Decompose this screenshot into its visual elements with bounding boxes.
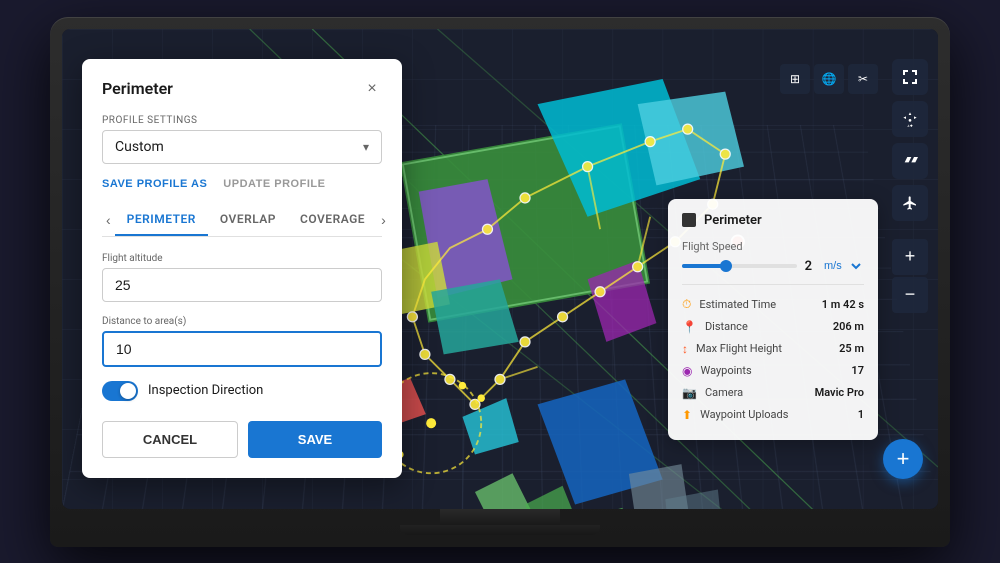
cancel-button[interactable]: CANCEL bbox=[102, 421, 238, 458]
modal-title: Perimeter bbox=[102, 79, 173, 98]
speed-slider-thumb bbox=[720, 260, 732, 272]
distance-value: 206 m bbox=[833, 320, 864, 333]
profile-settings-group: Profile settings Custom ▾ bbox=[102, 115, 382, 164]
height-value: 25 m bbox=[839, 342, 864, 355]
perimeter-icon bbox=[682, 213, 696, 227]
info-row-distance: 📍 Distance 206 m bbox=[682, 316, 864, 338]
monitor-stand bbox=[440, 509, 560, 525]
terrain-button[interactable] bbox=[892, 143, 928, 179]
add-fab-button[interactable]: + bbox=[883, 439, 923, 479]
drone-button[interactable] bbox=[892, 101, 928, 137]
distance-label: Distance to area(s) bbox=[102, 316, 382, 327]
right-toolbar bbox=[892, 59, 928, 221]
grid-view-button[interactable]: ⊞ bbox=[780, 64, 810, 94]
distance-group: Distance to area(s) bbox=[102, 316, 382, 367]
update-profile-button[interactable]: UPDATE PROFILE bbox=[223, 178, 325, 190]
monitor: Perimeter × Profile settings Custom ▾ SA… bbox=[50, 17, 950, 547]
inspection-direction-label: Inspection Direction bbox=[148, 383, 263, 398]
perimeter-modal: Perimeter × Profile settings Custom ▾ SA… bbox=[82, 59, 402, 478]
save-profile-button[interactable]: SAVE PROFILE AS bbox=[102, 178, 207, 190]
info-divider bbox=[682, 284, 864, 285]
modal-footer: CANCEL SAVE bbox=[102, 421, 382, 458]
toggle-knob bbox=[120, 383, 136, 399]
flight-path-button[interactable] bbox=[892, 185, 928, 221]
inspection-direction-row: Inspection Direction bbox=[102, 381, 382, 401]
info-panel-title: Perimeter bbox=[682, 213, 864, 228]
top-right-icons: ⊞ 🌐 ✂ bbox=[780, 64, 878, 94]
save-button[interactable]: SAVE bbox=[248, 421, 382, 458]
speed-unit-select[interactable]: m/s km/h bbox=[820, 259, 864, 273]
profile-value: Custom bbox=[115, 139, 164, 155]
tab-perimeter[interactable]: PERIMETER bbox=[115, 204, 208, 236]
zoom-controls: + − bbox=[892, 239, 928, 313]
info-row-waypoints: ◉ Waypoints 17 bbox=[682, 360, 864, 382]
speed-slider-fill bbox=[682, 264, 722, 268]
tab-next-button[interactable]: › bbox=[377, 208, 390, 232]
info-row-time: ⏱ Estimated Time 1 m 42 s bbox=[682, 293, 864, 316]
flight-altitude-label: Flight altitude bbox=[102, 253, 382, 264]
height-icon: ↕ bbox=[682, 342, 688, 356]
tab-prev-button[interactable]: ‹ bbox=[102, 208, 115, 232]
zoom-out-button[interactable]: − bbox=[892, 277, 928, 313]
info-row-uploads: ⬆ Waypoint Uploads 1 bbox=[682, 404, 864, 426]
info-row-camera: 📷 Camera Mavic Pro bbox=[682, 382, 864, 404]
distance-input[interactable] bbox=[102, 331, 382, 367]
globe-button[interactable]: 🌐 bbox=[814, 64, 844, 94]
speed-slider[interactable] bbox=[682, 264, 797, 268]
flight-altitude-input[interactable] bbox=[102, 268, 382, 302]
tabs-row: ‹ PERIMETER OVERLAP COVERAGE › bbox=[102, 204, 382, 237]
flight-altitude-group: Flight altitude bbox=[102, 253, 382, 302]
speed-value: 2 bbox=[805, 259, 812, 274]
scissors-button[interactable]: ✂ bbox=[848, 64, 878, 94]
profile-settings-label: Profile settings bbox=[102, 115, 382, 126]
modal-close-button[interactable]: × bbox=[362, 79, 382, 99]
distance-icon: 📍 bbox=[682, 320, 697, 334]
map-area[interactable]: Perimeter × Profile settings Custom ▾ SA… bbox=[62, 29, 938, 509]
info-row-height: ↕ Max Flight Height 25 m bbox=[682, 338, 864, 360]
info-panel: Perimeter Flight Speed 2 m/s km/h bbox=[668, 199, 878, 440]
time-value: 1 m 42 s bbox=[822, 298, 864, 311]
flight-speed-label: Flight Speed bbox=[682, 240, 864, 253]
modal-header: Perimeter × bbox=[102, 79, 382, 99]
uploads-value: 1 bbox=[858, 408, 864, 421]
inspection-direction-toggle[interactable] bbox=[102, 381, 138, 401]
profile-actions: SAVE PROFILE AS UPDATE PROFILE bbox=[102, 178, 382, 190]
tab-overlap[interactable]: OVERLAP bbox=[208, 204, 288, 236]
uploads-icon: ⬆ bbox=[682, 408, 692, 422]
time-icon: ⏱ bbox=[682, 297, 691, 312]
waypoints-icon: ◉ bbox=[682, 364, 692, 378]
camera-icon: 📷 bbox=[682, 386, 697, 400]
expand-button[interactable] bbox=[892, 59, 928, 95]
profile-dropdown[interactable]: Custom ▾ bbox=[102, 130, 382, 164]
chevron-down-icon: ▾ bbox=[363, 140, 369, 154]
monitor-base bbox=[400, 525, 600, 535]
speed-control: 2 m/s km/h bbox=[682, 259, 864, 274]
zoom-in-button[interactable]: + bbox=[892, 239, 928, 275]
camera-value: Mavic Pro bbox=[815, 386, 864, 399]
flight-speed-row: Flight Speed 2 m/s km/h bbox=[682, 240, 864, 274]
waypoints-value: 17 bbox=[851, 364, 864, 377]
monitor-screen: Perimeter × Profile settings Custom ▾ SA… bbox=[62, 29, 938, 509]
tab-coverage[interactable]: COVERAGE bbox=[288, 204, 377, 236]
